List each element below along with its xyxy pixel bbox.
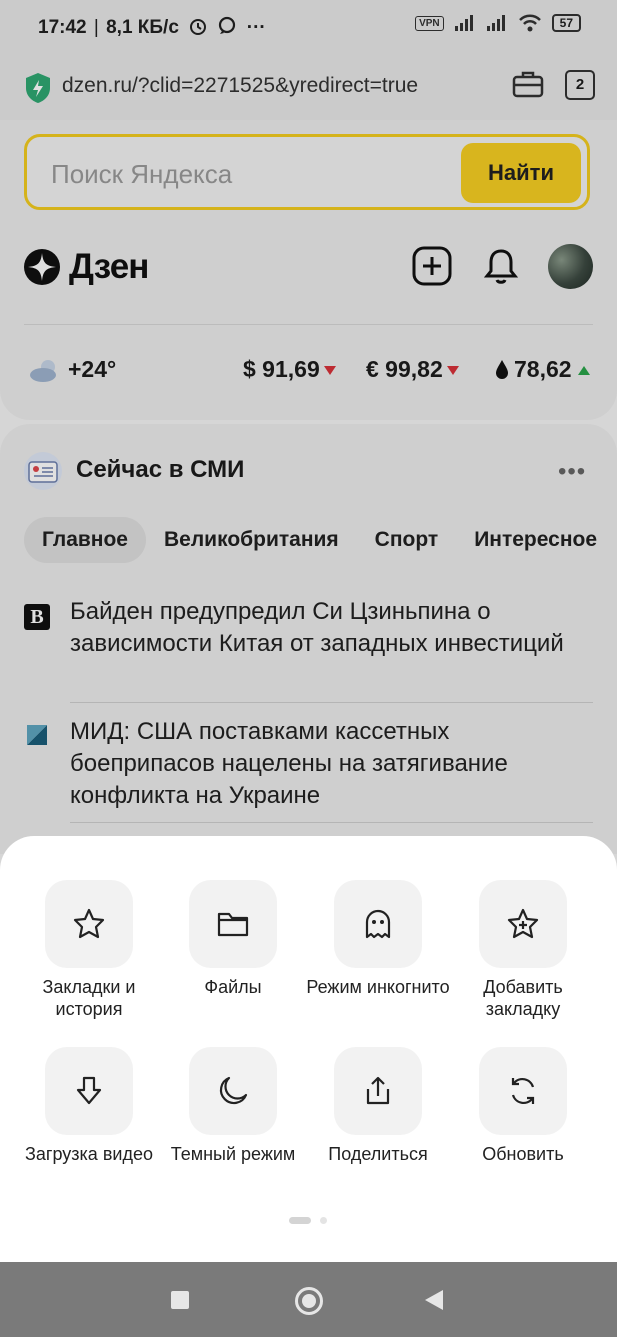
tile-label: Закладки и история [42, 977, 136, 1019]
tabs-count-button[interactable]: 2 [565, 70, 595, 100]
chat-bubble-icon [219, 16, 236, 34]
wifi-icon [518, 14, 541, 32]
source-logo-letter: B [30, 606, 44, 628]
tab-interesting[interactable]: Интересное [456, 517, 615, 563]
tile-icon-box [45, 880, 133, 968]
dzen-wordmark[interactable]: Дзен [69, 247, 149, 287]
down-arrow-icon [323, 366, 336, 376]
tile-icon-box [189, 1047, 277, 1135]
source-logo [27, 725, 47, 745]
tile-icon-box [45, 1047, 133, 1135]
add-post-icon[interactable] [412, 246, 452, 286]
moon-icon [219, 1076, 248, 1105]
tile-label: Добавить закладку [483, 977, 563, 1019]
back-button[interactable] [425, 1290, 443, 1310]
status-speed: 8,1 КБ/с [106, 17, 179, 38]
usd-rate[interactable]: $ 91,69 [243, 356, 336, 383]
oil-rate[interactable]: 78,62 [494, 356, 590, 383]
weather-temp[interactable]: +24° [68, 356, 116, 383]
tab-main[interactable]: Главное [24, 517, 146, 563]
recents-button[interactable] [171, 1291, 189, 1309]
status-time: 17:42 [38, 17, 87, 38]
briefcase-icon[interactable] [512, 70, 544, 98]
eur-rate[interactable]: € 99,82 [366, 356, 459, 383]
dzen-logo-icon[interactable] [24, 249, 60, 285]
page-dot-active [289, 1217, 311, 1224]
tab-uk[interactable]: Великобритания [146, 517, 357, 563]
refresh-button[interactable]: Обновить [448, 1047, 598, 1165]
news-item[interactable]: B Байден предупредил Си Цзиньпина о зави… [24, 596, 593, 692]
oil-drop-icon [496, 360, 508, 379]
address-bar[interactable]: dzen.ru/?clid=2271525&yredirect=true 2 [0, 56, 617, 120]
shield-icon[interactable] [24, 72, 52, 104]
tab-sport[interactable]: Спорт [357, 517, 457, 563]
news-tabs: Главное Великобритания Спорт Интересное [24, 517, 615, 565]
refresh-icon [511, 1078, 535, 1104]
add-bookmark-button[interactable]: Добавить закладку [448, 880, 598, 1020]
news-headline[interactable]: МИД: США поставками кассетных боеприпасо… [70, 716, 590, 812]
tile-label: Файлы [204, 977, 262, 997]
search-box[interactable]: Поиск Яндекса Найти [24, 134, 590, 210]
bell-icon[interactable] [483, 247, 519, 287]
tile-icon-box [479, 880, 567, 968]
dark-mode-button[interactable]: Темный режим [158, 1047, 308, 1165]
news-card: Сейчас в СМИ ••• Главное Великобритания Сп… [0, 424, 617, 854]
more-status-icon: ··· [246, 17, 266, 38]
incognito-button[interactable]: Режим инкогнито [303, 880, 453, 998]
star-plus-icon [507, 908, 539, 939]
vpn-badge: VPN [415, 15, 444, 31]
alarm-icon [190, 19, 207, 35]
news-section-icon [24, 452, 62, 490]
news-headline[interactable]: Байден предупредил Си Цзиньпина о зависи… [70, 596, 590, 660]
news-item[interactable]: МИД: США поставками кассетных боеприпасо… [24, 716, 593, 812]
divider [24, 324, 593, 325]
download-icon [76, 1076, 102, 1105]
tile-icon-box [479, 1047, 567, 1135]
tile-label: Загрузка видео [25, 1144, 153, 1164]
status-bar: 17:42 | 8,1 КБ/с ··· VPN 57 [0, 0, 617, 56]
system-nav-bar [0, 1262, 617, 1337]
tile-icon-box [189, 880, 277, 968]
down-arrow-icon [446, 366, 459, 376]
files-button[interactable]: Файлы [158, 880, 308, 998]
browser-menu-sheet: Закладки и история Файлы Режим инкогнито… [0, 836, 617, 1262]
search-button[interactable]: Найти [461, 143, 581, 203]
more-options-icon[interactable]: ••• [558, 458, 586, 486]
rates-row: +24° $ 91,69 € 99,82 78,62 [0, 352, 617, 388]
tile-icon-box [334, 880, 422, 968]
page-dot [320, 1217, 327, 1224]
home-button[interactable] [295, 1287, 323, 1315]
tile-icon-box [334, 1047, 422, 1135]
cloud-icon [30, 360, 56, 382]
tile-label: Режим инкогнито [306, 977, 450, 997]
search-input[interactable]: Поиск Яндекса [51, 159, 232, 190]
eur-rate-value: € 99,82 [366, 356, 443, 382]
tile-label: Поделиться [328, 1144, 428, 1164]
star-icon [73, 908, 105, 939]
signal-icon-2 [486, 15, 505, 31]
tile-label: Темный режим [170, 1144, 296, 1164]
source-logo: B [24, 604, 50, 630]
video-download-button[interactable]: Загрузка видео [14, 1047, 164, 1165]
divider [70, 702, 593, 703]
oil-rate-value: 78,62 [514, 356, 572, 382]
status-left: 17:42 | 8,1 КБ/с ··· [38, 16, 266, 38]
news-section-title[interactable]: Сейчас в СМИ [76, 456, 244, 484]
share-icon [366, 1076, 390, 1105]
url-text[interactable]: dzen.ru/?clid=2271525&yredirect=true [62, 74, 418, 98]
up-arrow-icon [577, 366, 590, 376]
usd-rate-value: $ 91,69 [243, 356, 320, 382]
folder-icon [217, 912, 249, 937]
bookmarks-history-button[interactable]: Закладки и история [14, 880, 164, 1020]
battery-indicator: 57 [551, 14, 581, 32]
status-icons: VPN 57 [415, 14, 581, 32]
avatar[interactable] [548, 244, 593, 289]
divider [70, 822, 593, 823]
tile-label: Обновить [482, 1144, 564, 1164]
signal-icon [454, 15, 473, 31]
ghost-icon [365, 909, 391, 939]
share-button[interactable]: Поделиться [303, 1047, 453, 1165]
